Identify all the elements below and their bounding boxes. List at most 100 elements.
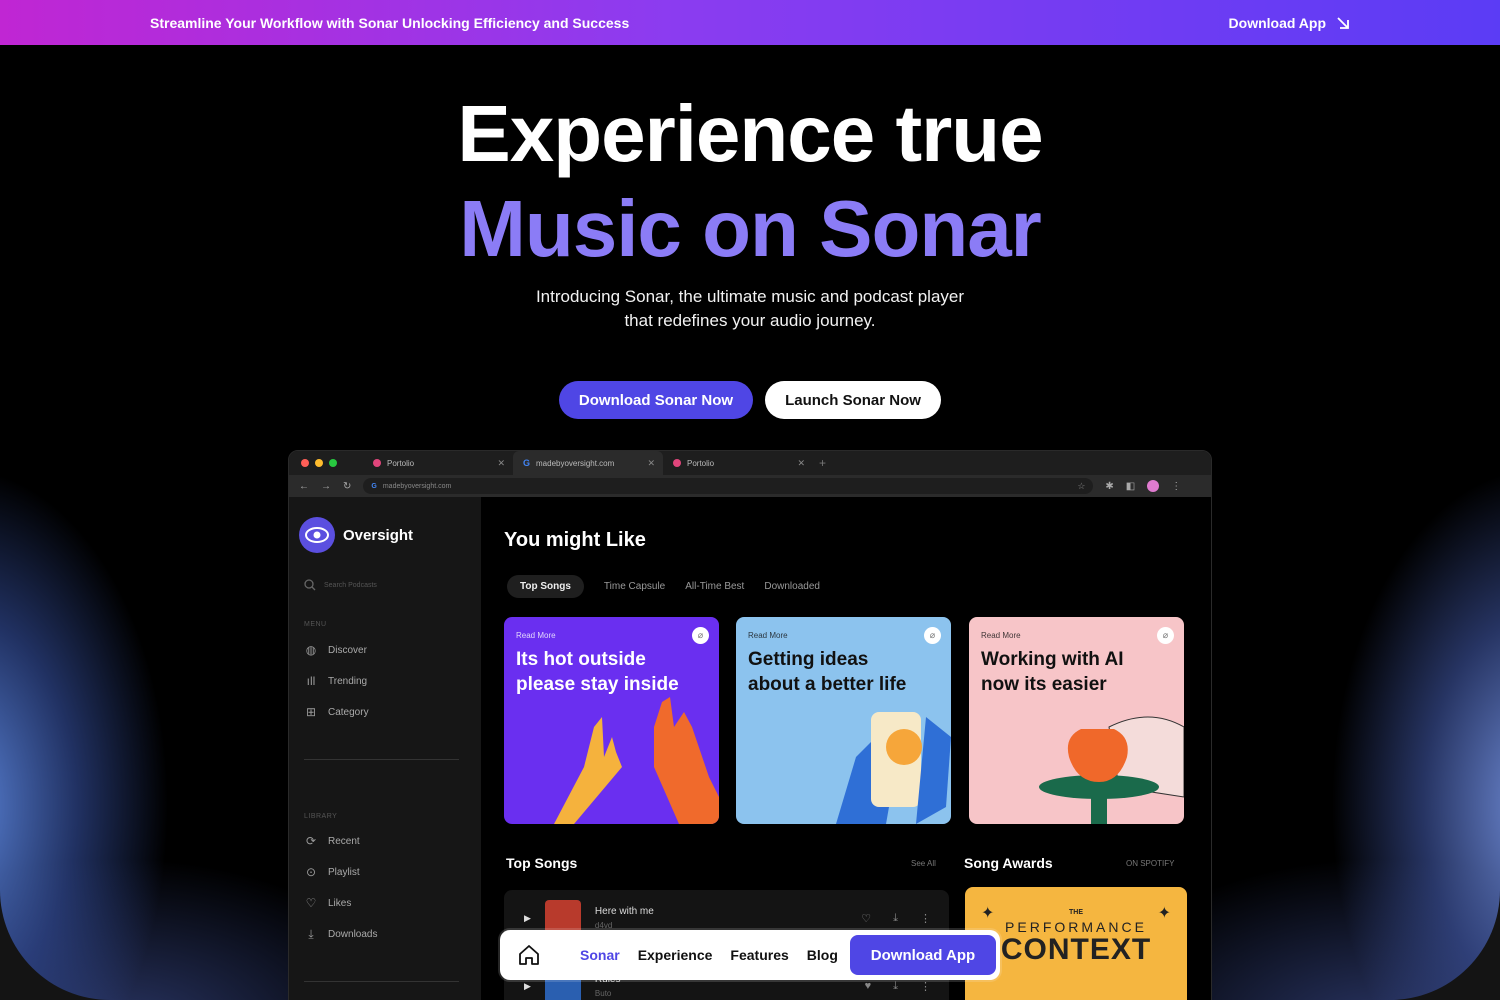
minimize-dot[interactable] <box>315 459 323 467</box>
brand-logo[interactable]: Oversight <box>299 517 413 553</box>
link-icon[interactable]: ⌀ <box>1157 627 1174 644</box>
nav-label: Trending <box>328 675 368 687</box>
sidebar-item-likes[interactable]: ♡ Likes <box>304 896 352 910</box>
google-icon: G <box>523 458 531 468</box>
song-artist: d4vd <box>594 921 613 930</box>
top-songs-title: Top Songs <box>506 855 578 871</box>
nav-label: Discover <box>328 644 367 656</box>
play-icon[interactable]: ▶ <box>524 913 531 924</box>
window-controls <box>301 459 337 467</box>
browser-tools: ✱ ◧ ⋮ <box>1105 480 1181 492</box>
nav-link-features[interactable]: Features <box>730 947 788 963</box>
card-read-more: Read More <box>516 631 556 640</box>
nav-link-blog[interactable]: Blog <box>807 947 838 963</box>
search-placeholder: Search Podcasts <box>324 581 377 589</box>
nav-link-sonar[interactable]: Sonar <box>580 947 620 963</box>
card-title: Getting ideas about a better life <box>748 649 907 695</box>
nav-label: Recent <box>328 835 360 847</box>
download-icon: ⤓ <box>308 926 314 941</box>
song-actions: ♥ ⤓ ⋮ <box>865 980 931 993</box>
browser-tab[interactable]: Portolio ✕ <box>663 451 813 475</box>
link-icon[interactable]: ⌀ <box>692 627 709 644</box>
nav-download-app-button[interactable]: Download App <box>850 935 996 975</box>
sidebar-item-playlist[interactable]: ⊙ Playlist <box>304 865 360 879</box>
sidebar-item-recent[interactable]: ⟳ Recent <box>304 834 360 848</box>
forward-icon[interactable]: → <box>321 481 331 492</box>
recommendation-card[interactable]: Read More Getting ideas about a better l… <box>736 617 951 824</box>
brand-name: Oversight <box>343 526 414 544</box>
close-icon[interactable]: ✕ <box>497 458 505 469</box>
card-title: Its hot outside please stay inside <box>516 649 679 695</box>
close-icon[interactable]: ✕ <box>797 458 805 469</box>
launch-sonar-button[interactable]: Launch Sonar Now <box>765 381 941 419</box>
hero-title-line2: Music on Sonar <box>459 184 1042 273</box>
eye-logo-icon <box>299 517 335 553</box>
heart-icon: ♡ <box>305 896 317 910</box>
floating-navbar: Sonar Experience Features Blog Download … <box>500 930 1000 980</box>
profile-avatar[interactable] <box>1147 480 1160 492</box>
filter-all-time-best[interactable]: All-Time Best <box>685 581 744 592</box>
arrow-down-right-icon <box>1337 16 1349 29</box>
download-sonar-button[interactable]: Download Sonar Now <box>559 381 753 419</box>
back-icon[interactable]: ← <box>299 481 309 492</box>
link-icon[interactable]: ⌀ <box>924 627 941 644</box>
sidebar-divider <box>304 759 459 760</box>
tab-label: madebyoversight.com <box>536 458 615 468</box>
grid-icon: ⊞ <box>305 705 317 719</box>
close-icon[interactable]: ✕ <box>647 458 655 469</box>
filter-time-capsule[interactable]: Time Capsule <box>604 581 665 592</box>
heart-icon[interactable]: ♥ <box>865 980 872 993</box>
recommendation-card[interactable]: Read More Its hot outside please stay in… <box>504 617 719 824</box>
song-awards-title: Song Awards <box>964 855 1053 871</box>
more-icon[interactable]: ⋮ <box>1171 481 1181 492</box>
filter-downloaded[interactable]: Downloaded <box>764 581 820 592</box>
hero-title-line1: Experience true <box>457 89 1043 178</box>
heart-icon[interactable]: ♡ <box>861 912 871 925</box>
globe-icon: ◍ <box>305 643 317 657</box>
hero-subtitle-line1: Introducing Sonar, the ultimate music an… <box>535 287 965 306</box>
tab-favicon-icon <box>673 459 681 467</box>
sidebar-divider <box>304 981 459 982</box>
sidepanel-icon[interactable]: ◧ <box>1126 481 1135 492</box>
browser-tab-active[interactable]: Gmadebyoversight.com ✕ <box>513 451 663 475</box>
maximize-dot[interactable] <box>329 459 337 467</box>
more-icon[interactable]: ⋮ <box>920 912 931 925</box>
filter-top-songs[interactable]: Top Songs <box>507 575 584 598</box>
star-icon[interactable]: ☆ <box>1077 481 1085 492</box>
award-small-text: THE <box>1069 909 1083 916</box>
refresh-icon: ⟳ <box>305 834 317 848</box>
sidebar-item-discover[interactable]: ◍ Discover <box>304 643 367 657</box>
announcement-text: Streamline Your Workflow with Sonar Unlo… <box>150 14 630 31</box>
section-title: You might Like <box>504 529 646 551</box>
browser-tab[interactable]: Portolio ✕ <box>363 451 513 475</box>
url-field[interactable]: G madebyoversight.com ☆ <box>363 478 1094 494</box>
sidebar-item-category[interactable]: ⊞ Category <box>304 705 369 719</box>
home-icon[interactable] <box>516 942 542 968</box>
nav-link-experience[interactable]: Experience <box>638 947 713 963</box>
filter-tabs: Top Songs Time Capsule All-Time Best Dow… <box>507 575 820 598</box>
google-icon: G <box>371 482 377 490</box>
announcement-link-label: Download App <box>1228 14 1326 31</box>
browser-address-row: ← → ↻ G madebyoversight.com ☆ ✱ ◧ ⋮ <box>289 475 1211 497</box>
more-icon[interactable]: ⋮ <box>920 980 931 993</box>
recommendation-card[interactable]: Read More Working with AI now its easier… <box>969 617 1184 824</box>
song-name: Here with me <box>594 906 654 917</box>
menu-label: MENU <box>304 621 327 628</box>
tab-favicon-icon <box>373 459 381 467</box>
reload-icon[interactable]: ↻ <box>343 481 351 492</box>
close-dot[interactable] <box>301 459 309 467</box>
sidebar-item-downloads[interactable]: ⤓ Downloads <box>304 927 377 941</box>
nav-label: Category <box>328 706 369 718</box>
see-all-link[interactable]: See All <box>911 859 936 868</box>
play-icon[interactable]: ▶ <box>524 981 531 992</box>
extensions-icon[interactable]: ✱ <box>1105 481 1113 492</box>
sidebar-item-trending[interactable]: ıll Trending <box>304 674 367 688</box>
bars-icon: ıll <box>306 674 316 688</box>
announcement-download-link[interactable]: Download App <box>1229 15 1350 31</box>
new-tab-icon[interactable]: + <box>819 456 826 470</box>
download-icon[interactable]: ⤓ <box>893 912 898 925</box>
tab-label: Portolio <box>687 458 715 468</box>
card-read-more: Read More <box>981 631 1021 640</box>
podcast-search[interactable]: Search Podcasts <box>304 579 377 591</box>
download-icon[interactable]: ⤓ <box>893 980 898 993</box>
